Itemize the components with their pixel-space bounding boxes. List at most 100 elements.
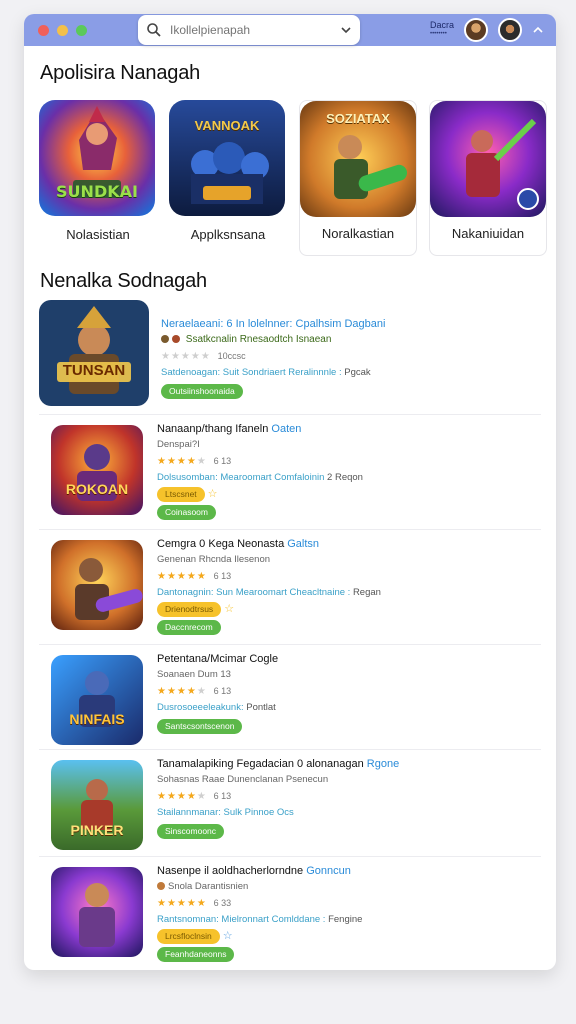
app-tag: Rgone — [366, 758, 400, 770]
app-name: Petentana/Mcimar Cogle — [157, 651, 541, 667]
app-meta-extra: Regan — [352, 587, 381, 598]
app-meta: Satdenoagan: Suit Sondriaert Reralinnnle… — [161, 365, 541, 381]
star-icon: ☆ — [222, 930, 233, 942]
app-name-label: Nanaanp/thang Ifaneln — [157, 423, 269, 435]
rating-count: 10ccsc — [217, 351, 246, 361]
featured-grid: SUNDKAI Nolasistian VANNOAK Applksnsana … — [39, 100, 549, 256]
app-subtitle-label: Snola Darantisnien — [168, 881, 249, 892]
rating-badge: Ltscsnet — [157, 486, 205, 502]
list-section-title: Nenalka Sodnagah — [40, 270, 207, 292]
coin-icon — [157, 882, 165, 891]
app-icon: TUNSAN — [39, 300, 149, 406]
search-input[interactable] — [168, 22, 340, 38]
rating-count: 6 13 — [213, 686, 232, 696]
chevron-up-icon[interactable] — [532, 26, 544, 34]
app-meta: Dusrosoeeeleakunk: Pontlat — [157, 700, 541, 716]
app-subtitle: Soanaen Dum 13 — [157, 669, 231, 680]
thumbnail-art-text: VANNOAK — [194, 118, 260, 133]
rating-count: 6 33 — [213, 898, 232, 908]
user-subtitle: •••••••• — [429, 31, 447, 37]
featured-card[interactable]: SOZIATAX Noralkastian — [299, 100, 417, 256]
game-thumbnail: VANNOAK — [169, 100, 285, 216]
app-tag: Cpalhsim Dagbani — [295, 318, 386, 330]
list-item[interactable]: TUNSAN Neraelaeani: 6 In lolelnner: Cpal… — [39, 300, 541, 415]
list-item-text: Nanaanp/thang Ifaneln Oaten Denspai?I ★★… — [157, 421, 541, 521]
app-meta-label: Satdenoagan: Suit Sondriaert Reralinnnle… — [161, 367, 342, 378]
install-button[interactable]: Daccnrecom — [157, 619, 221, 635]
star-icon: ☆ — [224, 603, 235, 615]
app-meta-extra: Pgcak — [344, 367, 371, 378]
app-meta: Stailannmanar: Sulk Pinnoe Ocs — [157, 805, 541, 821]
search-bar[interactable] — [138, 15, 360, 45]
user-name-label: Dacra — [429, 20, 454, 30]
app-name-label: Cemgra 0 Kega Neonasta — [157, 538, 285, 550]
app-icon: NINFAIS — [51, 655, 143, 745]
list-item-text: Cemgra 0 Kega Neonasta Galtsn Genenan Rh… — [157, 536, 541, 636]
list-item[interactable]: Cemgra 0 Kega Neonasta Galtsn Genenan Rh… — [39, 530, 541, 645]
list-item-text: Tanamalapiking Fegadacian 0 alonanagan R… — [157, 756, 541, 840]
rating-badge: Lrcsfloclnsin — [157, 928, 220, 944]
rating-row: ★★★★★ 10ccsc — [161, 348, 541, 365]
featured-card[interactable]: VANNOAK Applksnsana — [169, 100, 287, 256]
list-item[interactable]: NINFAIS Petentana/Mcimar Cogle Soanaen D… — [39, 645, 541, 750]
app-tag: Galtsn — [287, 538, 320, 550]
app-name-label: Nasenpe il aoldhacherlorndne — [157, 865, 304, 877]
featured-card[interactable]: Nakaniuidan — [429, 100, 547, 256]
star-rating: ★★★★★ — [157, 456, 207, 467]
card-label: Nakaniuidan — [451, 226, 525, 241]
rating-row: ★★★★★ 6 33 — [157, 895, 541, 912]
app-name: Neraelaeani: 6 In lolelnner: Cpalhsim Da… — [161, 316, 541, 332]
card-label: Applksnsana — [190, 227, 266, 242]
close-window-button[interactable] — [38, 24, 49, 36]
install-button[interactable]: Santscsontscenon — [157, 719, 243, 734]
star-rating: ★★★★★ — [157, 791, 207, 802]
featured-section-title: Apolisira Nanagah — [40, 62, 201, 84]
title-bar: Dacra •••••••• — [24, 14, 556, 46]
icon-art-text: TUNSAN — [62, 362, 126, 379]
app-subtitle: Ssatkcnalin Rnesaodtch Isnaean — [161, 332, 541, 348]
icon-art-text: PINKER — [70, 822, 124, 838]
app-meta-extra: Pontlat — [246, 702, 276, 713]
install-button[interactable]: Sinscomoonc — [157, 824, 225, 839]
app-subtitle: Genenan Rhcnda Ilesenon — [157, 554, 271, 565]
chevron-down-icon[interactable] — [340, 24, 352, 36]
install-button[interactable]: Coinasoom — [157, 504, 216, 520]
avatar-secondary[interactable] — [498, 18, 522, 42]
rating-row: ★★★★★ 6 13 — [157, 568, 541, 585]
app-icon — [51, 867, 143, 957]
app-subtitle-label: Ssatkcnalin Rnesaodtch Isnaean — [185, 334, 332, 345]
app-subtitle: Sohasnas Raae Dunenclanan Psenecun — [157, 774, 329, 785]
app-meta: Rantsnomnan: Mielronnart Comlddane : Fen… — [157, 912, 541, 928]
app-subtitle: Snola Darantisnien — [157, 879, 541, 895]
minimize-window-button[interactable] — [57, 24, 68, 36]
icon-art-text: NINFAIS — [69, 711, 125, 727]
list-item[interactable]: Nasenpe il aoldhacherlorndne Gonncun Sno… — [39, 857, 541, 969]
rating-row: ★★★★★ 6 13 — [157, 788, 541, 805]
coin-icon — [161, 335, 169, 344]
list-item[interactable]: ROKOAN Nanaanp/thang Ifaneln Oaten Densp… — [39, 415, 541, 530]
app-meta-label: Rantsnomnan: Mielronnart Comlddane : — [157, 914, 326, 925]
maximize-window-button[interactable] — [76, 24, 87, 36]
thumbnail-art-text: SUNDKAI — [56, 182, 138, 201]
app-meta-label: Dantonagnin: Sun Mearoomart Cheacltnaine… — [157, 587, 351, 598]
app-meta-label: Stailannmanar: Sulk Pinnoe Ocs — [157, 807, 294, 818]
list-item-text: Nasenpe il aoldhacherlorndne Gonncun Sno… — [157, 863, 541, 963]
install-button[interactable]: Outsiinshoonaida — [161, 384, 243, 399]
rating-count: 6 13 — [213, 571, 232, 581]
app-name: Nanaanp/thang Ifaneln Oaten — [157, 421, 541, 437]
app-name: Tanamalapiking Fegadacian 0 alonanagan R… — [157, 756, 541, 772]
avatar[interactable] — [464, 18, 488, 42]
app-subtitle: Denspai?I — [157, 439, 200, 450]
app-name-label: Petentana/Mcimar Cogle — [157, 653, 279, 665]
list-item[interactable]: PINKER Tanamalapiking Fegadacian 0 alona… — [39, 750, 541, 857]
install-button[interactable]: Feanhdaneonns — [157, 946, 235, 962]
featured-card[interactable]: SUNDKAI Nolasistian — [39, 100, 157, 256]
app-meta-extra: Fengine — [328, 914, 363, 925]
rating-row: ★★★★★ 6 13 — [157, 683, 541, 700]
user-name[interactable]: Dacra •••••••• — [430, 21, 454, 39]
star-rating: ★★★★★ — [161, 351, 211, 362]
app-meta-label: Dolsusomban: Mearoomart Comfaloinin — [157, 472, 325, 483]
app-meta: Dantonagnin: Sun Mearoomart Cheacltnaine… — [157, 585, 541, 601]
star-icon: ☆ — [207, 488, 218, 500]
app-name: Cemgra 0 Kega Neonasta Galtsn — [157, 536, 541, 552]
